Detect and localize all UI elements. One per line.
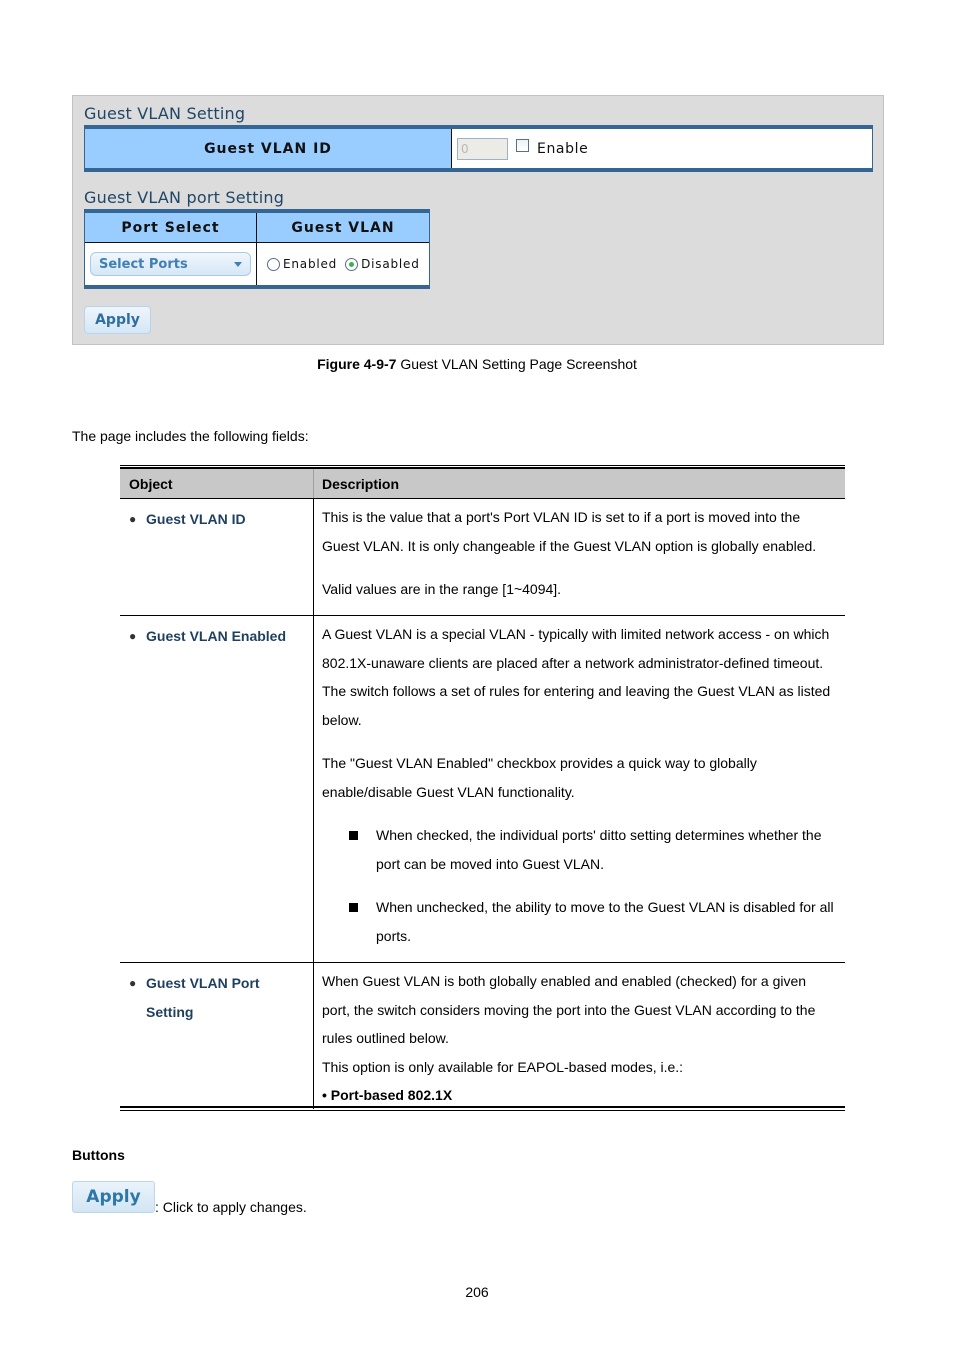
bullet-icon: ●: [129, 976, 137, 990]
table-row: ● Guest VLAN ID This is the value that a…: [120, 499, 845, 616]
port-table-header: Port Select Guest VLAN: [85, 213, 429, 243]
bullet-icon: ●: [129, 512, 137, 526]
description-paragraph: When Guest VLAN is both globally enabled…: [322, 973, 816, 1046]
object-name: Guest VLAN ID: [146, 511, 246, 527]
description-paragraph: A Guest VLAN is a special VLAN - typical…: [322, 626, 831, 728]
guest-vlan-header: Guest VLAN: [291, 219, 395, 236]
guest-vlan-id-label: Guest VLAN ID: [85, 129, 452, 168]
radio-disabled-icon[interactable]: [345, 257, 359, 271]
object-cell: ● Guest VLAN ID: [120, 499, 314, 615]
screenshot-panel: Guest VLAN Setting Guest VLAN ID 0 Enabl…: [72, 95, 884, 345]
radio-enabled-label: Enabled: [283, 257, 338, 271]
object-name: Guest VLAN Enabled: [146, 628, 287, 644]
description-cell: A Guest VLAN is a special VLAN - typical…: [314, 616, 845, 962]
description-cell: When Guest VLAN is both globally enabled…: [314, 963, 845, 1109]
port-select-cell: Select Ports: [85, 243, 257, 285]
radio-disabled[interactable]: Disabled: [345, 257, 420, 271]
description-cell: This is the value that a port's Port VLA…: [314, 499, 845, 615]
object-header: Object: [120, 469, 314, 498]
radio-disabled-label: Disabled: [361, 257, 420, 271]
select-ports-value: Select Ports: [99, 256, 188, 272]
description-header: Description: [322, 475, 400, 492]
description-paragraph: The "Guest VLAN Enabled" checkbox provid…: [322, 755, 757, 800]
radio-enabled-icon[interactable]: [267, 257, 280, 271]
apply-button-example[interactable]: Apply: [72, 1181, 155, 1213]
square-bullet-icon: [349, 903, 358, 912]
square-bullet-icon: [349, 831, 358, 840]
guest-vlan-port-table: Port Select Guest VLAN Select Ports Enab…: [84, 209, 430, 289]
description-paragraph: Valid values are in the range [1~4094].: [322, 581, 562, 597]
chevron-down-icon: [234, 261, 242, 267]
bullet-icon: ●: [129, 629, 137, 643]
list-item-text: When unchecked, the ability to move to t…: [376, 899, 834, 944]
guest-vlan-id-cell: 0 Enable: [452, 129, 872, 168]
table-header: Object Description: [120, 469, 845, 499]
table-row: ● Guest VLAN Port Setting When Guest VLA…: [120, 963, 845, 1109]
object-name: Guest VLAN Port Setting: [146, 975, 260, 1020]
list-item-text: When checked, the individual ports' ditt…: [376, 827, 822, 872]
buttons-heading: Buttons: [72, 1147, 125, 1163]
list-item: When checked, the individual ports' ditt…: [322, 821, 837, 878]
table-bottom-rule: [120, 1106, 845, 1111]
guest-vlan-id-input[interactable]: 0: [457, 137, 508, 160]
apply-button[interactable]: Apply: [84, 306, 151, 334]
select-ports-dropdown[interactable]: Select Ports: [90, 252, 251, 276]
object-cell: ● Guest VLAN Enabled: [120, 616, 314, 962]
table-row: ● Guest VLAN Enabled A Guest VLAN is a s…: [120, 616, 845, 963]
radio-selected-dot: [349, 261, 355, 267]
description-paragraph: This option is only available for EAPOL-…: [322, 1058, 684, 1075]
port-table-row: Select Ports Enabled Disabled: [85, 243, 429, 285]
guest-vlan-radio-cell: Enabled Disabled: [257, 243, 429, 285]
enable-label: Enable: [537, 140, 589, 157]
intro-text: The page includes the following fields:: [72, 428, 309, 444]
apply-description: : Click to apply changes.: [155, 1199, 307, 1215]
port-select-header: Port Select: [85, 213, 257, 242]
object-cell: ● Guest VLAN Port Setting: [120, 963, 314, 1109]
enable-checkbox[interactable]: [516, 139, 529, 152]
figure-caption: Figure 4-9-7 Guest VLAN Setting Page Scr…: [0, 356, 954, 372]
page-number: 206: [465, 1284, 489, 1300]
description-paragraph: This is the value that a port's Port VLA…: [322, 509, 817, 554]
figure-label: Figure 4-9-7: [317, 356, 397, 372]
figure-caption-text: Guest VLAN Setting Page Screenshot: [396, 356, 637, 372]
guest-vlan-port-setting-title: Guest VLAN port Setting: [84, 188, 285, 207]
guest-vlan-setting-table: Guest VLAN ID 0 Enable: [84, 125, 873, 172]
guest-vlan-setting-title: Guest VLAN Setting: [84, 104, 246, 123]
radio-enabled[interactable]: Enabled: [267, 257, 337, 271]
list-item: When unchecked, the ability to move to t…: [322, 893, 837, 950]
